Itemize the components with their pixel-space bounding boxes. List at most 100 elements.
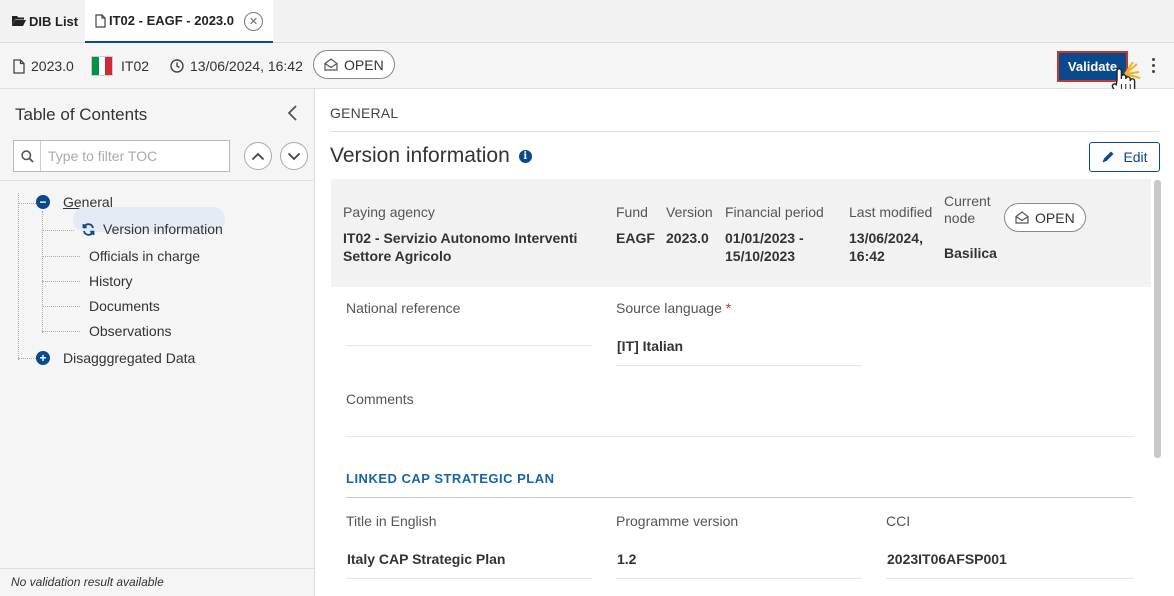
paying-agency-line-1: IT02 - Servizio Autonomo Interventi [343, 230, 578, 246]
breadcrumb: GENERAL [330, 105, 399, 121]
toc-item-version-information[interactable]: Version information [82, 221, 223, 237]
chevron-down-icon[interactable] [280, 142, 308, 170]
current-node-value: Basilica [944, 245, 997, 261]
field-underline [616, 365, 862, 366]
country-code: IT02 [121, 58, 150, 74]
toc-item-observations[interactable]: Observations [89, 323, 171, 339]
tree-line [18, 193, 19, 360]
current-node-label-line-2: node [944, 210, 976, 226]
paying-agency-value: IT02 - Servizio Autonomo Interventi Sett… [343, 229, 577, 265]
cci-value: 2023IT06AFSP001 [887, 551, 1007, 567]
document-icon [95, 13, 106, 28]
envelope-open-icon [324, 58, 338, 71]
more-options-icon[interactable] [1148, 55, 1158, 75]
folder-open-icon [12, 15, 26, 27]
sync-icon [82, 222, 95, 236]
country-info: IT02 [91, 43, 149, 89]
summary-panel: Paying agency IT02 - Servizio Autonomo I… [331, 179, 1151, 287]
field-underline [346, 578, 592, 579]
toc-title: Table of Contents [15, 105, 148, 124]
last-modified-line-1: 13/06/2024, [849, 230, 923, 246]
field-underline [886, 578, 1134, 579]
field-underline [346, 345, 592, 346]
toc-item-officials-in-charge[interactable]: Officials in charge [89, 248, 200, 264]
linked-plan-section-title: LINKED CAP STRATEGIC PLAN [346, 471, 555, 486]
tree-line [42, 281, 80, 282]
field-underline [346, 436, 1134, 437]
chevron-up-icon[interactable] [244, 142, 272, 170]
status-label: OPEN [344, 56, 384, 73]
datetime-info: 13/06/2024, 16:42 [170, 43, 303, 89]
version-value: 2023.0 [666, 230, 709, 246]
current-node-label-line-1: Current [944, 193, 991, 209]
cci-label: CCI [886, 513, 911, 529]
plus-circle-icon[interactable]: + [36, 351, 50, 365]
toc-item-label: History [89, 273, 133, 289]
tree-line [42, 331, 80, 332]
tab-bar: DIB List IT02 - EAGF - 2023.0 ✕ [0, 0, 1174, 43]
toc-filter [13, 140, 230, 172]
status-badge: OPEN [1004, 203, 1086, 232]
edit-button[interactable]: Edit [1089, 142, 1160, 172]
financial-period-label: Financial period [725, 204, 824, 220]
title-in-english-label: Title in English [346, 513, 437, 529]
section-divider [346, 497, 1133, 498]
financial-period-value: 01/01/2023 - 15/10/2023 [725, 229, 804, 265]
document-icon [13, 58, 25, 74]
edit-label: Edit [1123, 149, 1148, 165]
search-icon [14, 141, 41, 171]
minus-circle-icon[interactable]: − [36, 195, 50, 209]
source-language-label-text: Source language [616, 300, 722, 316]
title-in-english-value: Italy CAP Strategic Plan [347, 551, 506, 567]
version-label: 2023.0 [31, 58, 74, 74]
toc-item-label: Version information [103, 221, 223, 237]
toc-sidebar: Table of Contents − General Version info… [0, 89, 315, 596]
tree-line [42, 256, 80, 257]
chevron-left-icon[interactable] [284, 103, 302, 123]
comments-label: Comments [346, 391, 414, 407]
toc-filter-input[interactable] [41, 142, 229, 170]
paying-agency-label: Paying agency [343, 204, 435, 220]
financial-period-line-1: 01/01/2023 - [725, 230, 804, 246]
page-title: Version information i [330, 144, 532, 168]
paying-agency-line-2: Settore Agricolo [343, 248, 452, 264]
tree-line [42, 306, 80, 307]
main-panel: GENERAL Version information i Edit Payin… [315, 89, 1174, 596]
status-label: OPEN [1035, 209, 1075, 226]
validation-status: No validation result available [0, 568, 314, 596]
version-details: Paying agency IT02 - Servizio Autonomo I… [331, 179, 1160, 596]
page-title-text: Version information [330, 144, 510, 167]
divider [0, 180, 314, 181]
tab-dib-list[interactable]: DIB List [0, 0, 78, 42]
scrollbar[interactable] [1154, 180, 1161, 458]
toc-item-disaggregated-data[interactable]: + Disagggregated Data [36, 350, 195, 366]
info-icon[interactable]: i [518, 149, 532, 163]
fund-label: Fund [616, 204, 648, 220]
clock-icon [170, 59, 184, 73]
italy-flag-icon [91, 56, 113, 76]
tab-current-label: IT02 - EAGF - 2023.0 [109, 13, 234, 28]
tab-current-document[interactable]: IT02 - EAGF - 2023.0 ✕ [85, 0, 273, 43]
field-underline [616, 578, 862, 579]
financial-period-line-2: 15/10/2023 [725, 248, 796, 264]
toc-item-history[interactable]: History [89, 273, 133, 289]
divider [330, 131, 1159, 132]
required-marker: * [725, 300, 732, 316]
toc-item-label: Officials in charge [89, 248, 201, 264]
source-language-label: Source language * [616, 300, 731, 316]
pencil-icon [1102, 151, 1114, 163]
fund-value: EAGF [616, 230, 655, 246]
source-language-value[interactable]: [IT] Italian [617, 338, 683, 354]
document-info-bar: 2023.0 IT02 13/06/2024, 16:42 OPEN Valid… [0, 43, 1174, 89]
toc-item-label: Observations [89, 323, 172, 339]
toc-item-documents[interactable]: Documents [89, 298, 160, 314]
close-icon[interactable]: ✕ [244, 12, 263, 31]
tree-line [18, 203, 36, 204]
national-reference-label: National reference [346, 300, 461, 316]
version-label: Version [666, 204, 713, 220]
toc-item-label: Documents [89, 298, 160, 314]
toc-item-disaggregated-label: Disagggregated Data [63, 350, 196, 366]
last-modified-label: Last modified [849, 204, 933, 220]
datetime-label: 13/06/2024, 16:42 [190, 58, 303, 74]
tab-dib-list-label: DIB List [29, 13, 79, 29]
